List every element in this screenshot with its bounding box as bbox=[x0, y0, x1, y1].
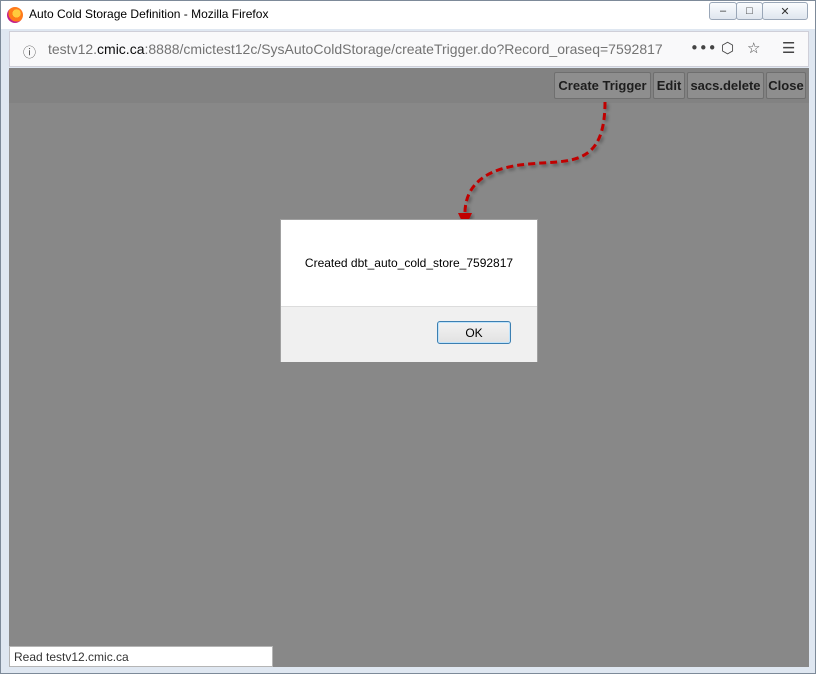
ok-button[interactable]: OK bbox=[437, 321, 511, 344]
dialog-footer: OK bbox=[281, 306, 537, 362]
minimize-icon: – bbox=[719, 5, 727, 17]
page-content: Create Trigger Edit sacs.delete Close Cr… bbox=[9, 68, 809, 667]
alert-dialog: Created dbt_auto_cold_store_7592817 OK bbox=[280, 219, 538, 362]
window-title: Auto Cold Storage Definition - Mozilla F… bbox=[29, 7, 269, 21]
firefox-logo-icon bbox=[7, 7, 23, 23]
maximize-button[interactable]: □ bbox=[736, 2, 763, 20]
status-bar: Read testv12.cmic.ca bbox=[9, 646, 273, 667]
close-icon: ✕ bbox=[780, 5, 790, 18]
browser-window: Auto Cold Storage Definition - Mozilla F… bbox=[0, 0, 816, 674]
pocket-icon[interactable]: ⬡ bbox=[721, 39, 734, 57]
url-rest: :8888/cmictest12c/SysAutoColdStorage/cre… bbox=[144, 41, 663, 57]
more-actions-icon[interactable]: ••• bbox=[690, 39, 717, 57]
url-field[interactable]: testv12.cmic.ca:8888/cmictest12c/SysAuto… bbox=[48, 41, 663, 57]
star-icon[interactable]: ☆ bbox=[747, 39, 760, 57]
maximize-icon: □ bbox=[746, 5, 753, 17]
url-prefix: testv12. bbox=[48, 41, 98, 57]
info-icon[interactable]: ⓘ bbox=[23, 42, 36, 61]
hamburger-menu-icon[interactable]: ☰ bbox=[782, 39, 795, 57]
close-window-button[interactable]: ✕ bbox=[762, 2, 808, 20]
address-bar[interactable]: ⓘ testv12.cmic.ca:8888/cmictest12c/SysAu… bbox=[9, 31, 809, 67]
url-host: cmic.ca bbox=[97, 41, 145, 57]
title-bar: Auto Cold Storage Definition - Mozilla F… bbox=[1, 1, 815, 29]
minimize-button[interactable]: – bbox=[709, 2, 737, 20]
dialog-message: Created dbt_auto_cold_store_7592817 bbox=[304, 256, 514, 270]
